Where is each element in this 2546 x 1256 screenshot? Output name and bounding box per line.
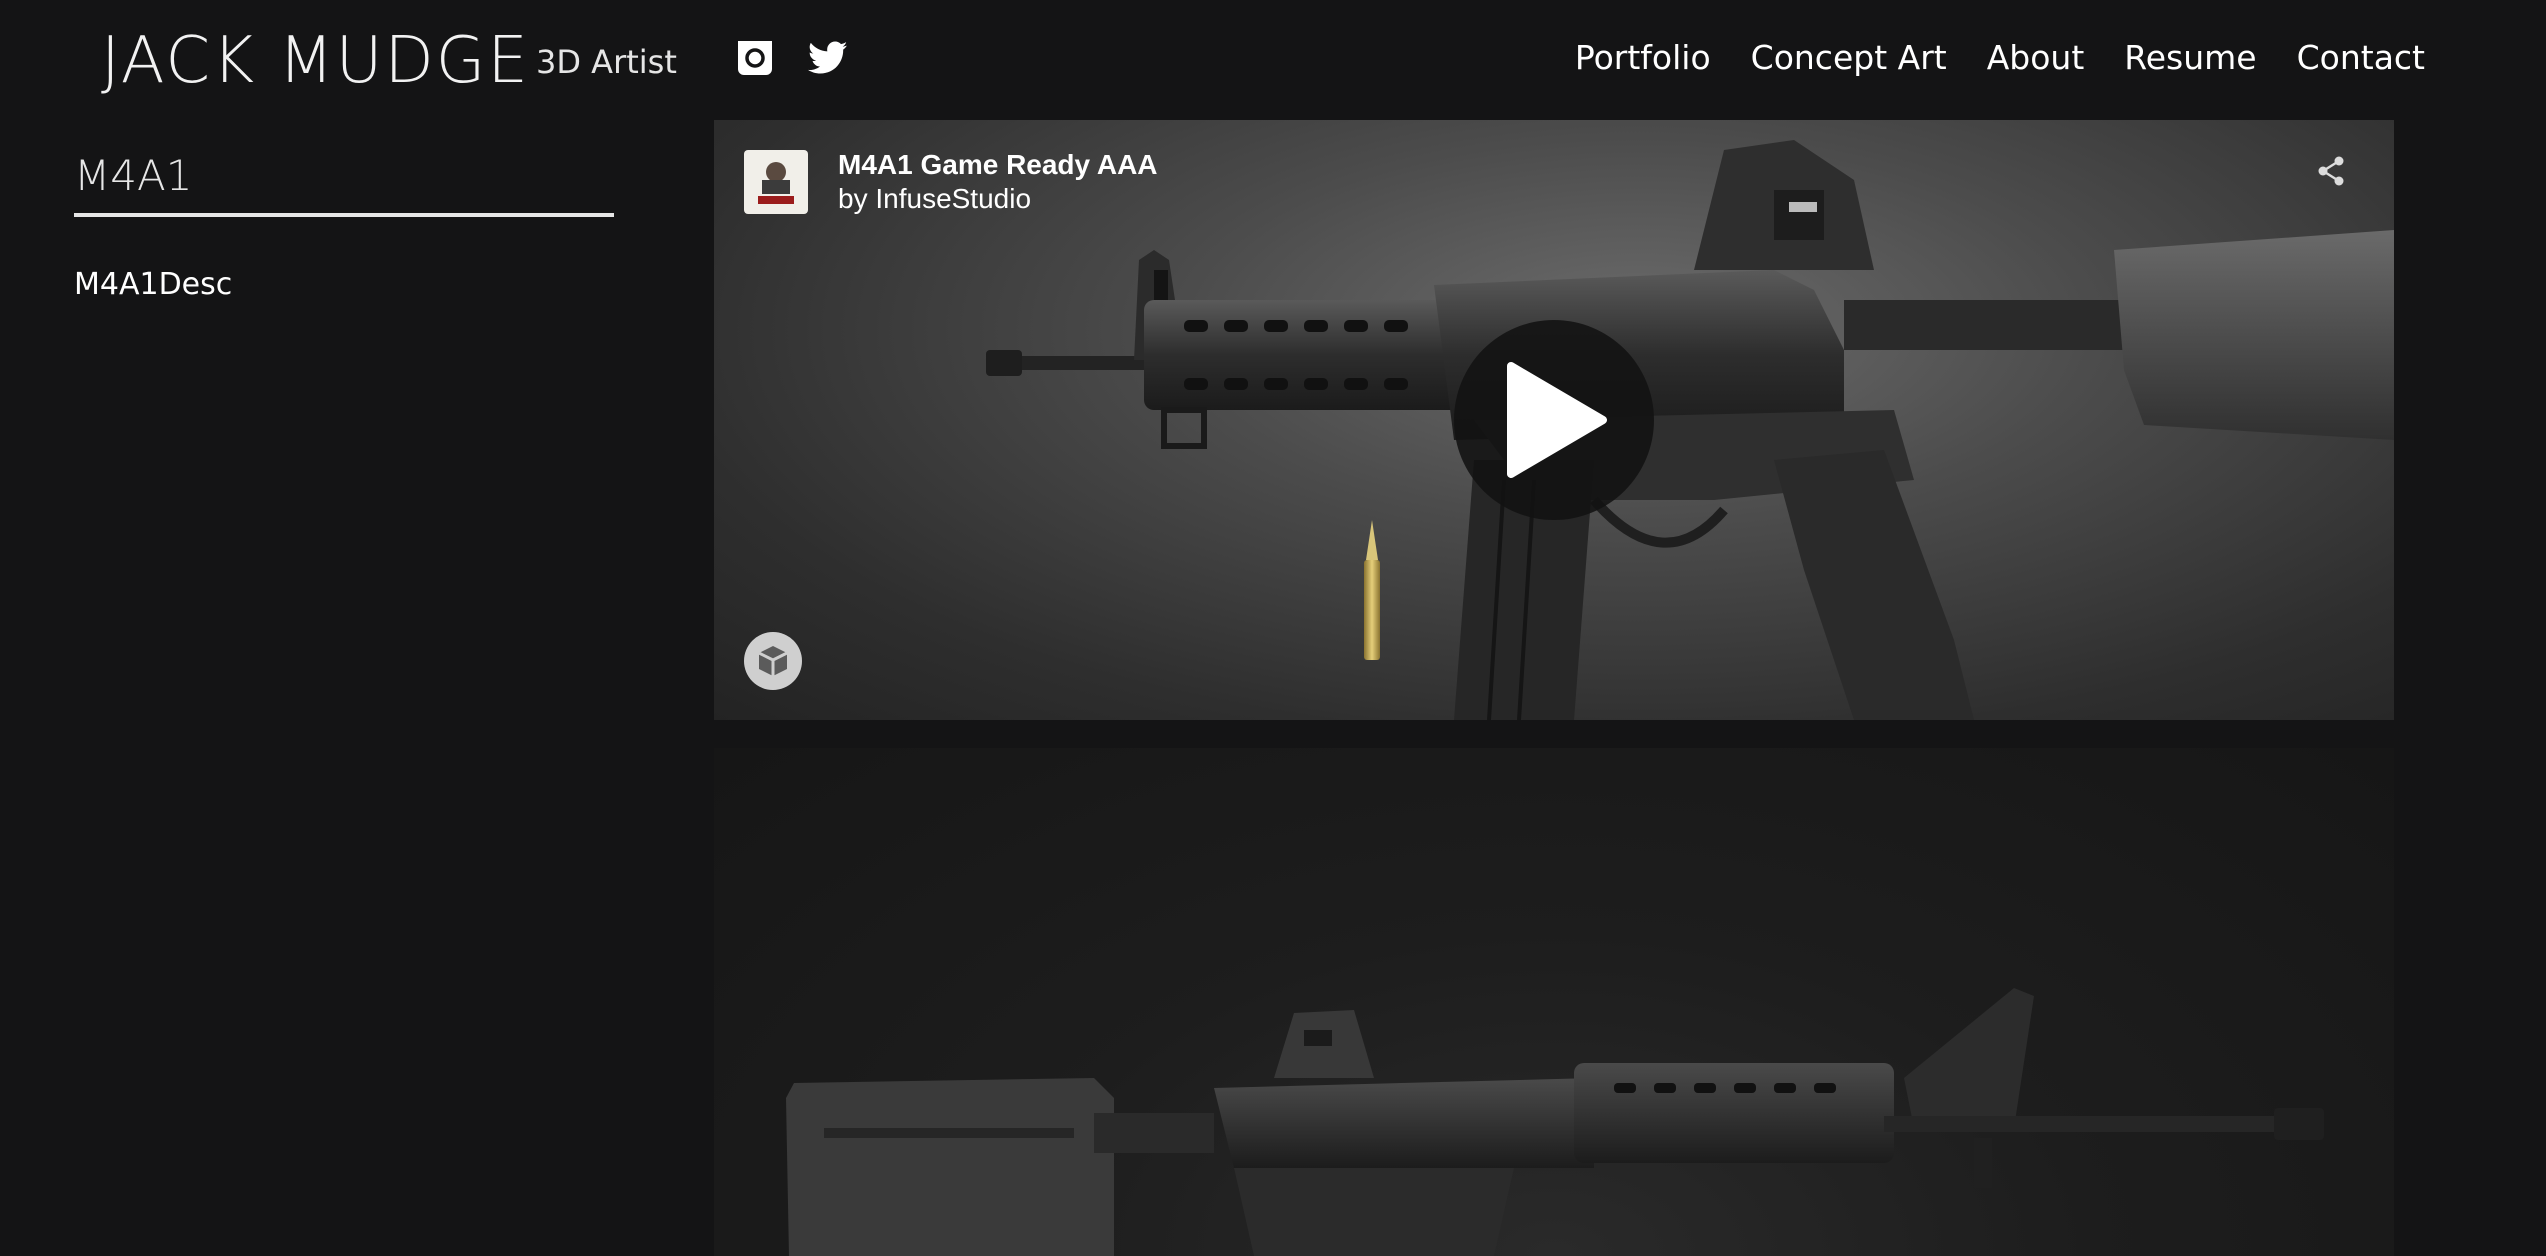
instagram-link[interactable]: [735, 38, 775, 78]
nav-about[interactable]: About: [1987, 32, 2085, 84]
author-avatar[interactable]: [744, 150, 808, 214]
play-button[interactable]: [1454, 320, 1654, 520]
nav-contact[interactable]: Contact: [2297, 32, 2425, 84]
share-icon: [2318, 156, 2344, 186]
nav-portfolio[interactable]: Portfolio: [1575, 32, 1711, 84]
site-tagline: 3D Artist: [536, 43, 677, 81]
project-description: M4A1Desc: [74, 267, 233, 302]
model-author: by InfuseStudio: [838, 182, 1031, 216]
twitter-icon: [808, 41, 848, 74]
rifle-render-left-view: [786, 988, 2324, 1256]
share-button[interactable]: [2314, 154, 2348, 188]
site-header: JACK MUDGE 3D Artist Portfolio Concept A…: [0, 0, 2546, 118]
infuse-studio-logo-icon: [758, 162, 794, 204]
twitter-link[interactable]: [808, 38, 848, 78]
nav-concept-art[interactable]: Concept Art: [1751, 32, 1947, 84]
instagram-icon: [738, 41, 772, 75]
main-nav: Portfolio Concept Art About Resume Conta…: [1575, 32, 2425, 84]
sketchfab-logo-button[interactable]: [744, 632, 802, 690]
model-title[interactable]: M4A1 Game Ready AAA: [838, 148, 1158, 182]
nav-resume[interactable]: Resume: [2124, 32, 2256, 84]
sketchfab-viewer[interactable]: M4A1 Game Ready AAA by InfuseStudio: [714, 120, 2394, 720]
author-link[interactable]: InfuseStudio: [875, 183, 1031, 214]
play-icon: [1507, 362, 1607, 478]
project-title: M4A1: [74, 151, 193, 200]
title-divider: [74, 213, 614, 217]
site-brand[interactable]: JACK MUDGE: [101, 24, 530, 98]
rifle-render-image: [714, 748, 2394, 1256]
by-prefix: by: [838, 183, 868, 214]
sketchfab-logo-icon: [758, 646, 788, 676]
